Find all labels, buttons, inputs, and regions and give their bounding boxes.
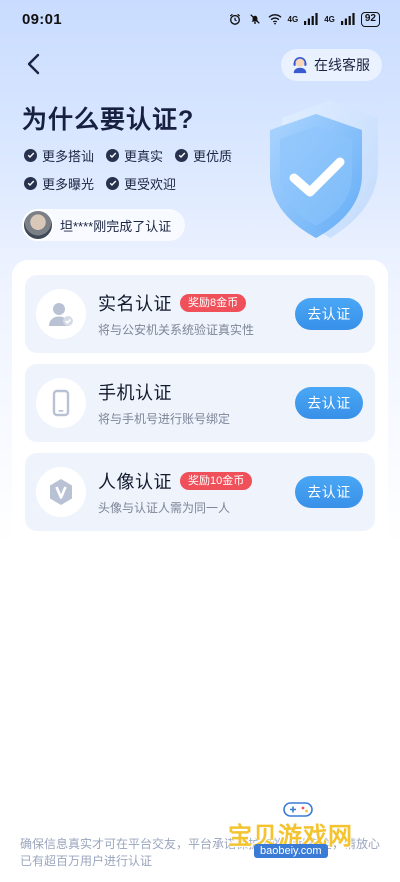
watermark: 宝贝游戏网 baobeiy.com (222, 800, 382, 862)
signal-icon-2 (340, 13, 355, 25)
cert-description: 将与公安机关系统验证真实性 (98, 322, 255, 337)
check-icon (24, 176, 37, 190)
perk-label: 更优质 (193, 148, 233, 164)
back-button[interactable] (20, 50, 48, 78)
online-service-label: 在线客服 (314, 57, 370, 73)
perk-item: 更优质 (175, 146, 232, 164)
network-label: 4G (287, 14, 299, 24)
network-label-2: 4G (324, 14, 335, 24)
status-bar: 09:01 4G 4G 92 (0, 0, 400, 38)
perk-label: 更受欢迎 (124, 176, 177, 192)
check-icon (106, 148, 120, 162)
perk-item: 更真实 (106, 146, 163, 164)
portrait-certify-button[interactable]: 去认证 (295, 476, 363, 508)
status-time: 09:01 (22, 10, 62, 28)
real-name-certify-button[interactable]: 去认证 (295, 298, 363, 330)
alarm-icon (229, 13, 240, 25)
check-icon (106, 176, 120, 190)
watermark-url: baobeiy.com (254, 844, 328, 858)
perk-label: 更真实 (124, 148, 164, 164)
perk-list: 更多搭讪 更真实 更优质 更多曝光 更受欢迎 (24, 146, 254, 192)
recent-certification-text: 坦****刚完成了认证 (60, 218, 172, 234)
cert-description: 将与手机号进行账号绑定 (98, 411, 231, 426)
customer-service-icon (293, 57, 307, 74)
id-card-icon (36, 289, 86, 339)
check-icon (175, 148, 189, 162)
perk-label: 更多搭讪 (42, 148, 95, 164)
online-service-button[interactable]: 在线客服 (281, 49, 382, 81)
reward-badge: 奖励8金币 (180, 293, 247, 312)
check-icon (24, 148, 37, 162)
perk-item: 更多曝光 (24, 174, 94, 192)
reward-badge: 奖励10金币 (180, 471, 253, 490)
mute-bell-icon (249, 14, 260, 24)
perk-item: 更受欢迎 (106, 174, 176, 192)
cert-title: 实名认证 (98, 293, 172, 314)
battery-indicator: 92 (360, 11, 380, 27)
recent-certification-pill: 坦****刚完成了认证 (22, 209, 186, 241)
shield-check-icon (270, 100, 378, 238)
real-name-certification-card: 实名认证 奖励8金币 将与公安机关系统验证真实性 去认证 (25, 275, 375, 353)
vip-shield-icon (36, 467, 86, 517)
signal-icon (304, 13, 318, 25)
chevron-left-icon (27, 53, 40, 75)
phone-icon (36, 378, 86, 428)
portrait-certification-card: 人像认证 奖励10金币 头像与认证人需为同一人 去认证 (25, 453, 375, 531)
avatar (22, 209, 54, 241)
phone-certify-button[interactable]: 去认证 (295, 387, 363, 419)
wifi-icon (268, 14, 282, 25)
phone-certification-card: 手机认证 将与手机号进行账号绑定 去认证 (25, 364, 375, 442)
cert-title: 手机认证 (98, 382, 172, 403)
cert-title: 人像认证 (98, 471, 172, 492)
page-title: 为什么要认证? (22, 106, 195, 134)
cert-description: 头像与认证人需为同一人 (98, 500, 231, 515)
status-icons: 4G 4G 92 (228, 11, 380, 27)
perk-item: 更多搭讪 (24, 146, 94, 164)
perk-label: 更多曝光 (42, 176, 95, 192)
